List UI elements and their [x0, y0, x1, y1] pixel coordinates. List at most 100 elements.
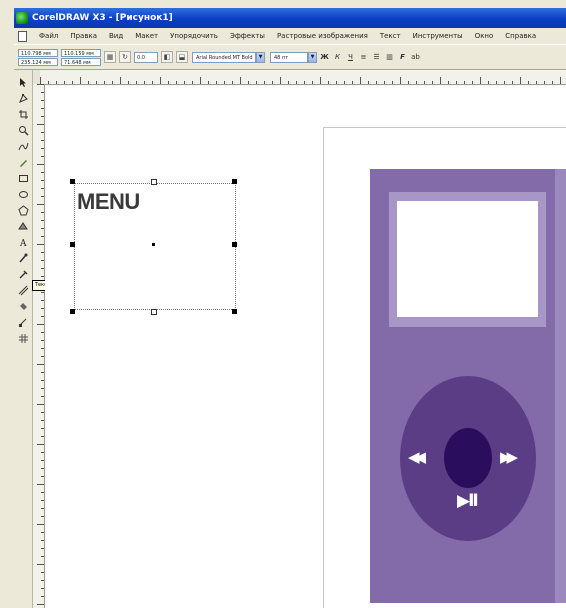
ruler-tick — [41, 572, 44, 573]
menu-text[interactable]: Текст — [374, 32, 407, 40]
svg-text:A: A — [19, 239, 27, 248]
ruler-tick — [41, 452, 44, 453]
x-position-field[interactable]: 110.798 мм — [18, 48, 58, 57]
selection-handle-bottom[interactable] — [151, 309, 157, 315]
chevron-down-icon[interactable]: ▼ — [256, 51, 265, 63]
app-icon — [16, 12, 28, 24]
ruler-tick — [464, 81, 465, 84]
menu-bitmaps[interactable]: Растровые изображения — [271, 32, 374, 40]
horizontal-ruler[interactable] — [40, 70, 566, 85]
ruler-tick — [41, 148, 44, 149]
fill-tool-icon[interactable] — [17, 300, 29, 312]
menu-effects[interactable]: Эффекты — [224, 32, 271, 40]
ruler-tick — [488, 81, 489, 84]
selection-handle-top-left[interactable] — [70, 179, 75, 184]
ruler-tick — [41, 492, 44, 493]
menu-arrange[interactable]: Упорядочить — [164, 32, 224, 40]
columns-icon[interactable]: ▥ — [384, 52, 395, 63]
selection-handle-top-right[interactable] — [232, 179, 237, 184]
selection-handle-bottom-right[interactable] — [232, 309, 237, 314]
rotate-icon[interactable]: ↻ — [119, 51, 131, 63]
ruler-tick — [37, 444, 44, 445]
font-family-select[interactable]: Arial Rounded MT Bold — [192, 51, 256, 63]
ruler-tick — [368, 81, 369, 84]
font-size-select[interactable]: 48 пт — [270, 51, 308, 63]
menu-view[interactable]: Вид — [103, 32, 129, 40]
ruler-tick — [344, 81, 345, 84]
ruler-tick — [37, 564, 44, 565]
ruler-tick — [184, 81, 185, 84]
selection-center[interactable] — [152, 243, 155, 246]
menu-tools[interactable]: Инструменты — [407, 32, 469, 40]
mesh-fill-tool-icon[interactable] — [17, 332, 29, 344]
ruler-tick — [41, 316, 44, 317]
document-icon[interactable] — [18, 30, 27, 42]
vertical-ruler[interactable] — [33, 84, 45, 608]
format-text-icon[interactable]: F — [397, 52, 408, 63]
ruler-tick — [41, 500, 44, 501]
ruler-tick — [41, 100, 44, 101]
edit-text-icon[interactable]: ab — [410, 52, 421, 63]
menu-text-object[interactable]: MENU — [77, 189, 140, 215]
ruler-tick — [41, 292, 44, 293]
media-player-illustration[interactable]: ◀◀ ▶▶ ▶II — [370, 169, 566, 603]
interactive-fill-tool-icon[interactable] — [17, 316, 29, 328]
ruler-tick — [288, 81, 289, 84]
underline-icon[interactable]: Ч — [345, 52, 356, 63]
chevron-down-icon[interactable]: ▼ — [308, 51, 317, 63]
bold-icon[interactable]: Ж — [319, 52, 330, 63]
eyedropper-tool-icon[interactable] — [17, 268, 29, 280]
mirror-vertical-icon[interactable]: ⬓ — [176, 51, 188, 63]
align-icon[interactable]: ≡ — [358, 52, 369, 63]
y-position-field[interactable]: 235.124 мм — [18, 57, 58, 66]
menu-file[interactable]: Файл — [33, 32, 64, 40]
lock-ratio-icon[interactable]: ▦ — [104, 51, 116, 63]
ruler-tick — [256, 81, 257, 84]
menu-help[interactable]: Справка — [499, 32, 542, 40]
selection-handle-left[interactable] — [70, 242, 75, 247]
ruler-tick — [216, 81, 217, 84]
shape-tool-icon[interactable] — [17, 92, 29, 104]
ruler-tick — [376, 81, 377, 84]
mirror-horizontal-icon[interactable]: ◧ — [161, 51, 173, 63]
menu-edit[interactable]: Правка — [64, 32, 103, 40]
ellipse-tool-icon[interactable] — [17, 188, 29, 200]
ruler-tick — [41, 196, 44, 197]
polygon-tool-icon[interactable] — [17, 204, 29, 216]
ruler-tick — [41, 276, 44, 277]
pick-tool-icon[interactable] — [17, 76, 29, 88]
click-wheel-center-button[interactable] — [444, 428, 492, 488]
ruler-tick — [440, 77, 441, 84]
smart-fill-tool-icon[interactable] — [17, 156, 29, 168]
ruler-tick — [56, 81, 57, 84]
ruler-tick — [37, 84, 44, 85]
bullet-list-icon[interactable]: ☰ — [371, 52, 382, 63]
ruler-tick — [384, 81, 385, 84]
drawing-canvas[interactable]: MENU ◀◀ ▶▶ ▶II — [45, 85, 566, 608]
zoom-tool-icon[interactable] — [17, 124, 29, 136]
text-tool-icon[interactable]: A — [17, 236, 29, 248]
ruler-tick — [41, 372, 44, 373]
ruler-tick — [240, 77, 241, 84]
interactive-blend-tool-icon[interactable] — [17, 252, 29, 264]
selection-handle-top[interactable] — [151, 179, 157, 185]
selection-handle-right[interactable] — [232, 242, 237, 247]
ruler-tick — [41, 420, 44, 421]
height-field[interactable]: 71.648 мм — [61, 57, 101, 66]
menu-layout[interactable]: Макет — [129, 32, 164, 40]
ruler-tick — [37, 324, 44, 325]
menu-window[interactable]: Окно — [469, 32, 500, 40]
italic-icon[interactable]: К — [332, 52, 343, 63]
basic-shapes-tool-icon[interactable] — [17, 220, 29, 232]
ruler-tick — [41, 516, 44, 517]
crop-tool-icon[interactable] — [17, 108, 29, 120]
ruler-tick — [41, 268, 44, 269]
freehand-tool-icon[interactable] — [17, 140, 29, 152]
width-field[interactable]: 110.159 мм — [61, 48, 101, 57]
ruler-tick — [320, 77, 321, 84]
angle-field[interactable]: 0.0 — [134, 51, 158, 63]
rectangle-tool-icon[interactable] — [17, 172, 29, 184]
ruler-tick — [41, 92, 44, 93]
outline-tool-icon[interactable] — [17, 284, 29, 296]
selection-handle-bottom-left[interactable] — [70, 309, 75, 314]
